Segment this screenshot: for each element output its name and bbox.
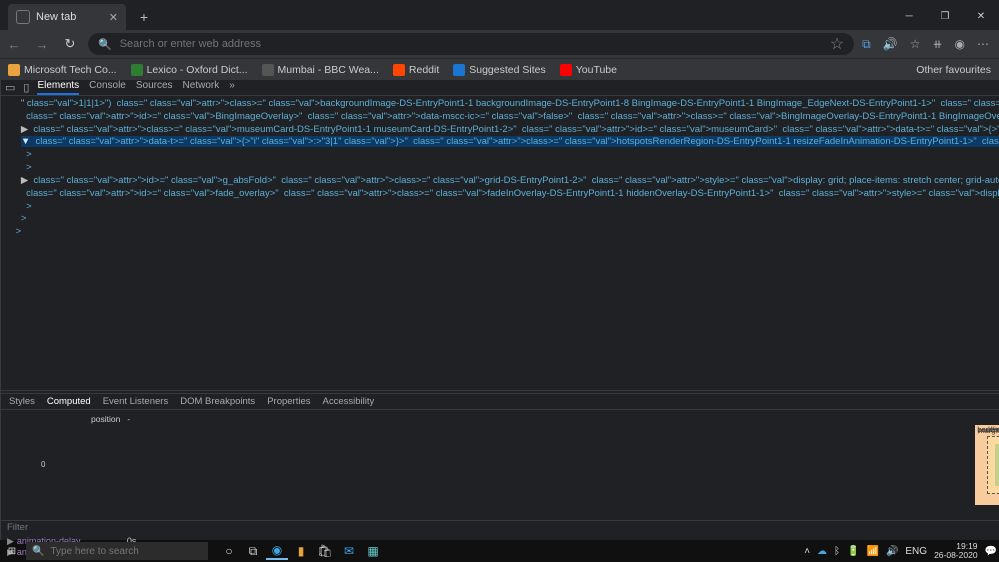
edge-app-icon[interactable]: ◉ bbox=[266, 542, 288, 560]
subtab-event-listeners[interactable]: Event Listeners bbox=[103, 396, 168, 407]
bookmark-label: Mumbai - BBC Wea... bbox=[278, 64, 379, 76]
devtools-tab-sources[interactable]: Sources bbox=[136, 80, 173, 95]
subtab-accessibility[interactable]: Accessibility bbox=[323, 396, 375, 407]
subtab-properties[interactable]: Properties bbox=[267, 396, 310, 407]
devtools-toolbar: ▭ ▯ Elements Console Sources Network » 2… bbox=[1, 80, 999, 96]
task-view-icon[interactable]: ⧉ bbox=[242, 542, 264, 560]
collections-icon[interactable]: ⧺ bbox=[932, 37, 942, 51]
reading-list-icon[interactable]: ⧉ bbox=[862, 37, 871, 52]
bookmarks-bar: Microsoft Tech Co... Lexico - Oxford Dic… bbox=[0, 58, 999, 80]
date-label: 26-08-2020 bbox=[934, 551, 977, 560]
language-indicator[interactable]: ENG bbox=[905, 546, 927, 557]
search-icon: 🔍 bbox=[32, 546, 44, 557]
onedrive-icon[interactable]: ☁ bbox=[817, 546, 827, 557]
computed-filter-input[interactable] bbox=[7, 522, 999, 533]
devtools-tab-network[interactable]: Network bbox=[183, 80, 220, 95]
box-left: 0 bbox=[41, 460, 45, 469]
window-minimize-button[interactable]: ─ bbox=[891, 2, 927, 30]
explorer-app-icon[interactable]: ▮ bbox=[290, 542, 312, 560]
inspect-element-icon[interactable]: ▭ bbox=[5, 81, 15, 94]
taskbar-search-input[interactable] bbox=[50, 546, 202, 557]
browser-toolbar: ← → ↻ 🔍 ☆ ⧉ 🔊 ☆ ⧺ ◉ ⋯ bbox=[0, 30, 999, 58]
bookmark-favicon bbox=[393, 64, 405, 76]
photos-app-icon[interactable]: ▦ bbox=[362, 542, 384, 560]
battery-icon[interactable]: 🔋 bbox=[847, 546, 859, 557]
other-favourites[interactable]: Other favourites bbox=[912, 64, 991, 76]
window-maximize-button[interactable]: ❐ bbox=[927, 2, 963, 30]
tab-favicon bbox=[16, 10, 30, 24]
window-close-button[interactable]: ✕ bbox=[963, 2, 999, 30]
bookmark-favicon bbox=[8, 64, 20, 76]
favorite-star-icon[interactable]: ☆ bbox=[830, 34, 844, 54]
bookmark-item[interactable]: Reddit bbox=[393, 64, 439, 76]
devtools-tab-console[interactable]: Console bbox=[89, 80, 126, 95]
new-tab-button[interactable]: + bbox=[132, 5, 156, 29]
bookmark-favicon bbox=[262, 64, 274, 76]
devtools-subtabs: Styles Computed Event Listeners DOM Brea… bbox=[1, 394, 999, 410]
device-toggle-icon[interactable]: ▯ bbox=[23, 81, 29, 94]
other-favourites-label: Other favourites bbox=[916, 64, 991, 76]
start-button[interactable]: ⊞ bbox=[0, 546, 24, 557]
browser-tab[interactable]: New tab ✕ bbox=[8, 4, 126, 30]
tab-title: New tab bbox=[36, 11, 76, 23]
mail-app-icon[interactable]: ✉ bbox=[338, 542, 360, 560]
bluetooth-icon[interactable]: ᛒ bbox=[834, 546, 840, 557]
bookmark-item[interactable]: Lexico - Oxford Dict... bbox=[131, 64, 248, 76]
bookmark-favicon bbox=[560, 64, 572, 76]
bookmark-item[interactable]: YouTube bbox=[560, 64, 617, 76]
bookmark-label: Lexico - Oxford Dict... bbox=[147, 64, 248, 76]
computed-filter-row: Show all bbox=[1, 520, 999, 534]
notifications-icon[interactable]: 💬 bbox=[985, 546, 997, 557]
cortana-icon[interactable]: ○ bbox=[218, 542, 240, 560]
box-model-diagram[interactable]: position - 0 -556 margin 200.550 border … bbox=[1, 410, 999, 520]
volume-icon[interactable]: 🔊 bbox=[886, 546, 898, 557]
close-tab-icon[interactable]: ✕ bbox=[109, 11, 118, 24]
sound-icon[interactable]: 🔊 bbox=[883, 37, 898, 51]
clock[interactable]: 19:19 26-08-2020 bbox=[934, 542, 977, 561]
bookmark-label: Reddit bbox=[409, 64, 439, 76]
devtools-panel: ▭ ▯ Elements Console Sources Network » 2… bbox=[0, 80, 999, 540]
reload-button[interactable]: ↻ bbox=[60, 34, 80, 54]
back-button[interactable]: ← bbox=[4, 34, 24, 54]
subtab-dom-breakpoints[interactable]: DOM Breakpoints bbox=[180, 396, 255, 407]
devtools-tab-more-icon[interactable]: » bbox=[229, 80, 235, 95]
profile-icon[interactable]: ◉ bbox=[955, 37, 965, 51]
store-app-icon[interactable]: 🛍 bbox=[314, 542, 336, 560]
bookmark-item[interactable]: Suggested Sites bbox=[453, 64, 545, 76]
search-icon: 🔍 bbox=[98, 38, 112, 51]
bookmark-label: Microsoft Tech Co... bbox=[24, 64, 117, 76]
address-input[interactable] bbox=[120, 38, 822, 50]
bookmark-item[interactable]: Mumbai - BBC Wea... bbox=[262, 64, 379, 76]
address-bar[interactable]: 🔍 ☆ bbox=[88, 33, 854, 55]
subtab-computed[interactable]: Computed bbox=[47, 396, 91, 407]
taskbar-search[interactable]: 🔍 bbox=[26, 542, 208, 560]
tray-chevron-icon[interactable]: ˄ bbox=[804, 546, 810, 557]
forward-button: → bbox=[32, 34, 52, 54]
wifi-icon[interactable]: 📶 bbox=[866, 546, 878, 557]
subtab-styles[interactable]: Styles bbox=[9, 396, 35, 407]
bookmark-favicon bbox=[453, 64, 465, 76]
bookmark-label: YouTube bbox=[576, 64, 617, 76]
favorites-icon[interactable]: ☆ bbox=[910, 37, 921, 51]
bookmark-item[interactable]: Microsoft Tech Co... bbox=[8, 64, 117, 76]
menu-icon[interactable]: ⋯ bbox=[977, 37, 989, 51]
devtools-tab-elements[interactable]: Elements bbox=[37, 80, 79, 95]
bookmark-label: Suggested Sites bbox=[469, 64, 545, 76]
window-titlebar: New tab ✕ + ─ ❐ ✕ bbox=[0, 0, 999, 30]
bookmark-favicon bbox=[131, 64, 143, 76]
elements-tree[interactable]: " class="val">1|1|1>") class=" class="va… bbox=[1, 96, 999, 390]
